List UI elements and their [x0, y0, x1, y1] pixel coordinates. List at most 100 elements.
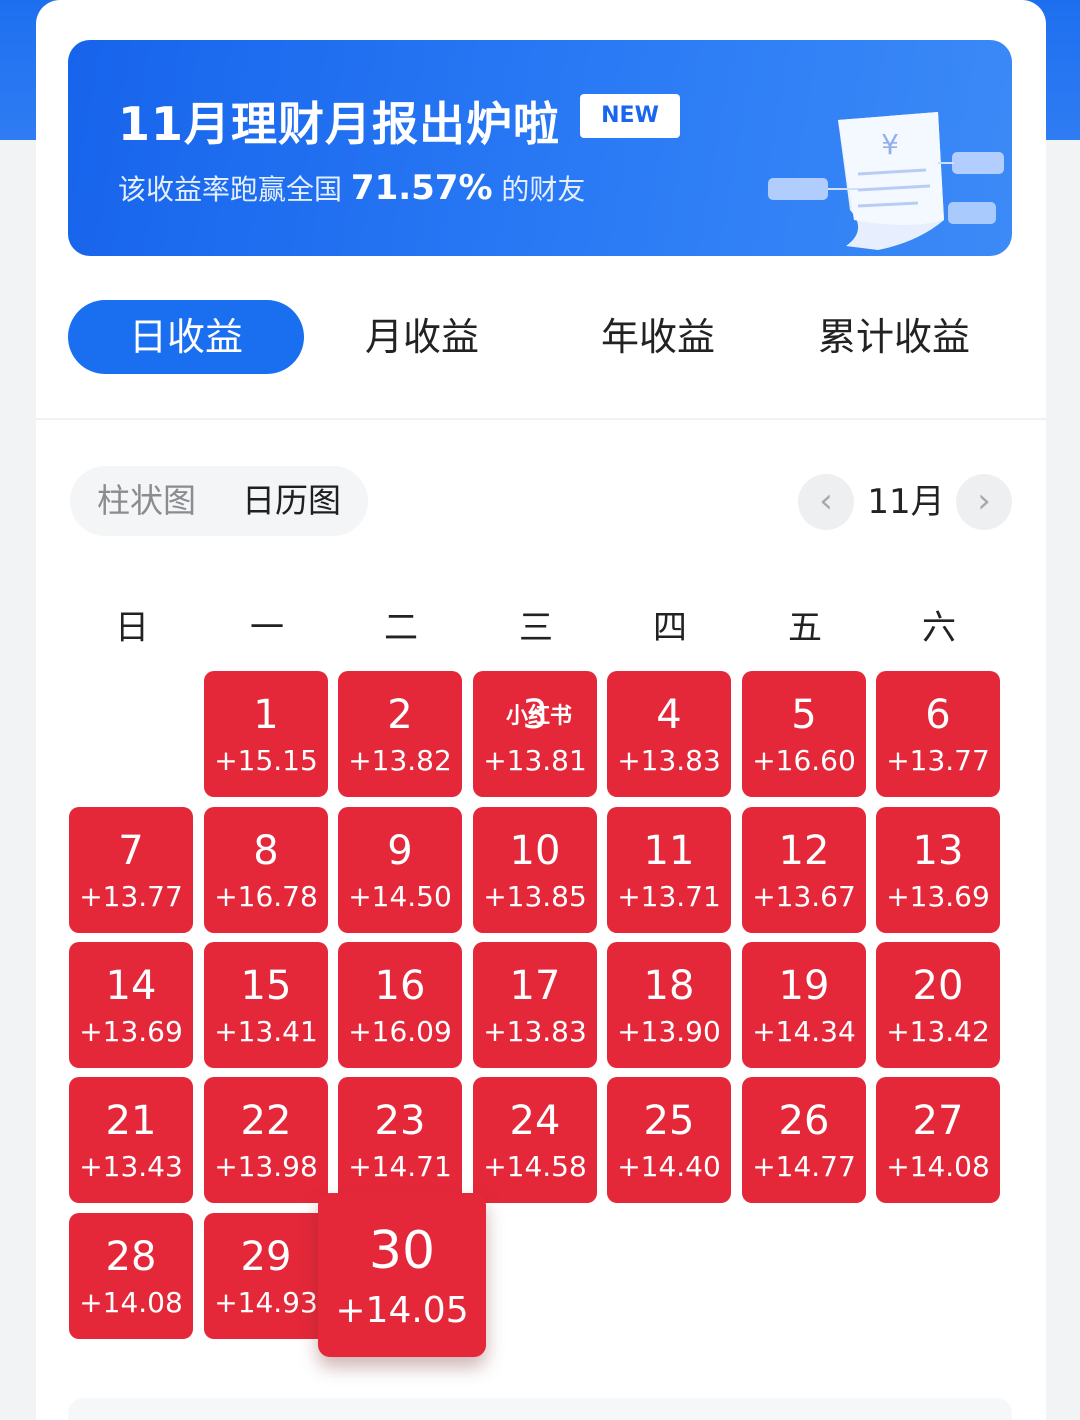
banner-subtitle-prefix: 该收益率跑赢全国 — [118, 173, 351, 206]
calendar-day-cell[interactable]: 2 +13.82 — [338, 671, 462, 797]
calendar-day-cell[interactable]: 21 +13.43 — [69, 1077, 193, 1203]
weekday-label: 日 — [115, 608, 149, 648]
day-number: 14 — [105, 963, 157, 1009]
yuan-symbol: ¥ — [881, 128, 899, 161]
tab-daily-earnings[interactable]: 日收益 — [68, 300, 304, 374]
day-number: 4 — [656, 692, 682, 738]
weekday-label: 一 — [250, 608, 284, 648]
calendar-day-cell[interactable]: 6 +13.77 — [876, 671, 1000, 797]
day-earning-value: +13.77 — [79, 880, 183, 913]
calendar-day-cell[interactable]: 13 +13.69 — [876, 807, 1000, 933]
day-number: 23 — [374, 1098, 426, 1144]
day-number: 5 — [791, 692, 817, 738]
new-badge: NEW — [580, 94, 680, 138]
calendar-day-cell[interactable]: 19 +14.34 — [742, 942, 866, 1068]
day-number: 11 — [643, 828, 695, 874]
day-earning-value: +13.83 — [617, 744, 721, 777]
day-earning-value: +13.71 — [617, 880, 721, 913]
section-divider — [36, 418, 1046, 420]
calendar-day-cell[interactable]: 15 +13.41 — [204, 942, 328, 1068]
day-number: 26 — [778, 1098, 830, 1144]
chevron-left-icon[interactable]: ‹ — [798, 474, 854, 530]
day-earning-value: +14.08 — [886, 1150, 990, 1183]
earnings-tabs: 日收益 月收益 年收益 累计收益 — [68, 300, 1012, 374]
calendar-day-cell[interactable]: 14 +13.69 — [69, 942, 193, 1068]
weekday-label: 四 — [653, 608, 687, 648]
calendar-day-cell[interactable]: 1 +15.15 — [204, 671, 328, 797]
calendar-day-cell[interactable]: 26 +14.77 — [742, 1077, 866, 1203]
day-earning-value: +13.69 — [79, 1015, 183, 1048]
day-number: 9 — [387, 828, 413, 874]
calendar-day-cell[interactable]: 23 +14.71 — [338, 1077, 462, 1203]
monthly-report-banner[interactable]: 11月理财月报出炉啦 NEW 该收益率跑赢全国 71.57% 的财友 ¥ — [68, 40, 1012, 256]
day-earning-value: +14.58 — [483, 1150, 587, 1183]
calendar-day-cell[interactable]: 18 +13.90 — [607, 942, 731, 1068]
day-number: 2 — [387, 692, 413, 738]
calendar-day-cell[interactable]: 28 +14.08 — [69, 1213, 193, 1339]
calendar-day-cell[interactable]: 25 +14.40 — [607, 1077, 731, 1203]
chevron-right-icon[interactable]: › — [956, 474, 1012, 530]
day-earning-value: +13.69 — [886, 880, 990, 913]
day-number: 15 — [240, 963, 292, 1009]
day-earning-value: +14.71 — [348, 1150, 452, 1183]
day-number: 12 — [778, 828, 830, 874]
day-earning-value: +13.85 — [483, 880, 587, 913]
calendar-day-cell[interactable]: 29 +14.93 — [204, 1213, 328, 1339]
day-earning-value: +14.08 — [79, 1286, 183, 1319]
calendar-day-cell[interactable]: 22 +13.98 — [204, 1077, 328, 1203]
day-number: 8 — [253, 828, 279, 874]
day-number: 22 — [240, 1098, 292, 1144]
calendar-day-cell[interactable]: 30 +14.05 — [318, 1193, 486, 1357]
day-number: 16 — [374, 963, 426, 1009]
calendar-day-cell[interactable]: 8 +16.78 — [204, 807, 328, 933]
calendar-view-option[interactable]: 日历图 — [219, 470, 364, 532]
beat-percentage: 71.57% — [350, 168, 493, 208]
day-number: 19 — [778, 963, 830, 1009]
day-number: 29 — [240, 1234, 292, 1280]
day-earning-value: +13.83 — [483, 1015, 587, 1048]
calendar-day-cell[interactable]: 27 +14.08 — [876, 1077, 1000, 1203]
day-earning-value: +13.90 — [617, 1015, 721, 1048]
day-earning-value: +13.98 — [214, 1150, 318, 1183]
day-number: 6 — [925, 692, 951, 738]
day-earning-value: +16.09 — [348, 1015, 452, 1048]
tab-yearly-earnings[interactable]: 年收益 — [540, 300, 776, 374]
day-earning-value: +14.77 — [752, 1150, 856, 1183]
watermark: 小红书 — [506, 704, 573, 729]
day-number: 30 — [368, 1221, 436, 1281]
calendar-day-cell[interactable]: 24 +14.58 — [473, 1077, 597, 1203]
calendar-day-cell[interactable]: 12 +13.67 — [742, 807, 866, 933]
day-number: 20 — [912, 963, 964, 1009]
calendar-day-cell[interactable]: 5 +16.60 — [742, 671, 866, 797]
calendar-day-cell[interactable]: 4 +13.83 — [607, 671, 731, 797]
calendar-day-cell[interactable]: 10 +13.85 — [473, 807, 597, 933]
day-earning-value: +13.82 — [348, 744, 452, 777]
view-toggle: 柱状图 日历图 — [70, 466, 368, 536]
day-earning-value: +13.43 — [79, 1150, 183, 1183]
calendar-day-cell[interactable]: 20 +13.42 — [876, 942, 1000, 1068]
day-number: 13 — [912, 828, 964, 874]
banner-title: 11月理财月报出炉啦 — [118, 97, 561, 151]
day-earning-value: +13.42 — [886, 1015, 990, 1048]
calendar-day-cell[interactable]: 9 +14.50 — [338, 807, 462, 933]
day-earning-value: +14.40 — [617, 1150, 721, 1183]
calendar-day-cell[interactable]: 16 +16.09 — [338, 942, 462, 1068]
calendar-day-cell[interactable]: 7 +13.77 — [69, 807, 193, 933]
calendar-day-cell[interactable]: 3 +13.81 — [473, 671, 597, 797]
day-number: 18 — [643, 963, 695, 1009]
calendar-day-cell[interactable]: 17 +13.83 — [473, 942, 597, 1068]
tab-monthly-earnings[interactable]: 月收益 — [304, 300, 540, 374]
weekday-label: 二 — [384, 608, 418, 648]
day-earning-value: +16.60 — [752, 744, 856, 777]
tab-cumulative-earnings[interactable]: 累计收益 — [776, 300, 1012, 374]
day-number: 21 — [105, 1098, 157, 1144]
day-earning-value: +14.93 — [214, 1286, 318, 1319]
day-earning-value: +14.05 — [335, 1290, 469, 1331]
bar-chart-view-option[interactable]: 柱状图 — [74, 470, 219, 532]
calendar-day-cell[interactable]: 11 +13.71 — [607, 807, 731, 933]
day-number: 1 — [253, 692, 279, 738]
day-earning-value: +15.15 — [214, 744, 318, 777]
day-number: 17 — [509, 963, 561, 1009]
day-number: 10 — [509, 828, 561, 874]
day-earning-value: +14.34 — [752, 1015, 856, 1048]
